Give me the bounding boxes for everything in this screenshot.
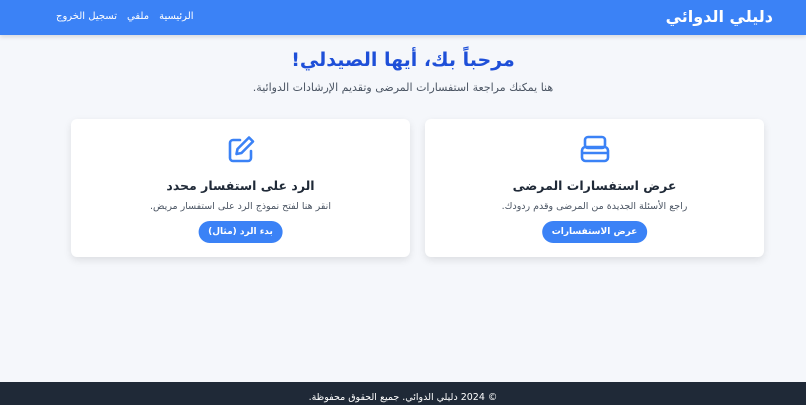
page: دليلي الدوائي الرئيسية ملفي تسجيل الخروج… xyxy=(0,0,806,405)
card-title: عرض استفسارات المرضى xyxy=(512,178,677,193)
view-inquiries-button[interactable]: عرض الاستفسارات xyxy=(541,221,648,243)
nav-link-home[interactable]: الرئيسية xyxy=(159,10,193,24)
reply-inquiry-card: الرد على استفسار محدد انقر هنا لفتح نموذ… xyxy=(71,119,410,257)
card-description: راجع الأسئلة الجديدة من المرضى وقدم ردود… xyxy=(501,201,688,212)
edit-icon xyxy=(228,136,254,163)
card-description: انقر هنا لفتح نموذج الرد على استفسار مري… xyxy=(150,201,331,212)
welcome-subtitle: هنا يمكنك مراجعة استفسارات المرضى وتقديم… xyxy=(252,81,554,94)
nav-links: الرئيسية ملفي تسجيل الخروج xyxy=(56,10,194,24)
view-inquiries-card: عرض استفسارات المرضى راجع الأسئلة الجديد… xyxy=(425,119,764,257)
nav-link-profile[interactable]: ملفي xyxy=(127,10,149,24)
inbox-icon xyxy=(580,135,609,163)
nav-link-logout[interactable]: تسجيل الخروج xyxy=(56,10,117,24)
card-title: الرد على استفسار محدد xyxy=(166,178,315,193)
top-navbar: دليلي الدوائي الرئيسية ملفي تسجيل الخروج xyxy=(0,0,806,35)
welcome-title: مرحباً بك، أيها الصيدلي! xyxy=(291,49,515,71)
footer: © 2024 دليلي الدوائي. جميع الحقوق محفوظة… xyxy=(0,382,806,405)
footer-copyright: © 2024 دليلي الدوائي. جميع الحقوق محفوظة… xyxy=(308,392,498,403)
brand-title[interactable]: دليلي الدوائي xyxy=(666,6,773,28)
start-reply-button[interactable]: بدء الرد (مثال) xyxy=(198,221,283,243)
